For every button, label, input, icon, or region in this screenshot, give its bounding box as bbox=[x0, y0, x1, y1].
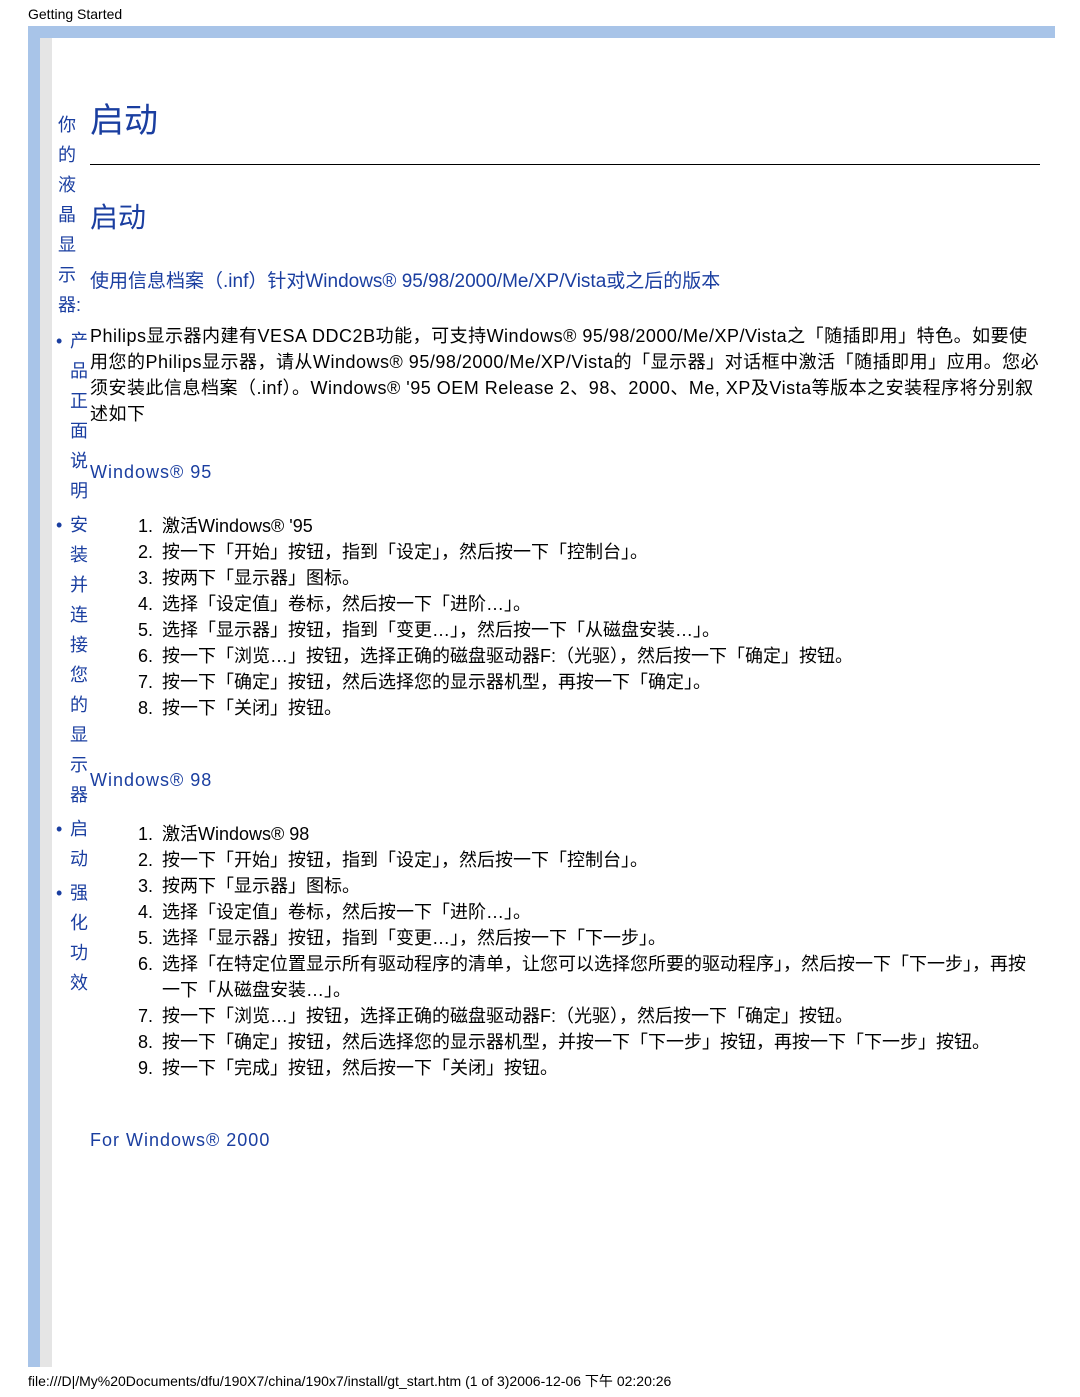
list-item: 按一下「开始」按钮，指到「设定」，然后按一下「控制台」。 bbox=[158, 847, 1040, 873]
list-item: 按两下「显示器」图标。 bbox=[158, 873, 1040, 899]
sidebar-item-enhance[interactable]: 强化功效 bbox=[58, 878, 78, 998]
list-item: 按一下「浏览…」按钮，选择正确的磁盘驱动器F:（光驱），然后按一下「确定」按钮。 bbox=[158, 643, 1040, 669]
page-header-title: Getting Started bbox=[28, 6, 122, 22]
list-item: 选择「显示器」按钮，指到「变更…」，然后按一下「下一步」。 bbox=[158, 925, 1040, 951]
sidebar-item-product-front[interactable]: 产品正面说明 bbox=[58, 326, 78, 506]
windows-95-label: Windows® 95 bbox=[90, 459, 1040, 485]
sidebar-nav: 你的液晶显示器: 产品正面说明 安装并连接您的显示器 启动 强化功效 bbox=[58, 110, 78, 1002]
border-left-gray bbox=[40, 38, 52, 1367]
sidebar-item-install-connect[interactable]: 安装并连接您的显示器 bbox=[58, 510, 78, 810]
list-item: 按一下「确定」按钮，然后选择您的显示器机型，再按一下「确定」。 bbox=[158, 669, 1040, 695]
section-title: 启动 bbox=[90, 205, 1040, 231]
intro-paragraph: Philips显示器内建有VESA DDC2B功能，可支持Windows® 95… bbox=[90, 323, 1040, 427]
sidebar-title: 你的液晶显示器: bbox=[58, 110, 78, 320]
windows-2000-label: For Windows® 2000 bbox=[90, 1127, 1040, 1153]
list-item: 选择「设定值」卷标，然后按一下「进阶…」。 bbox=[158, 591, 1040, 617]
list-item: 激活Windows® '95 bbox=[158, 513, 1040, 539]
list-item: 选择「在特定位置显示所有驱动程序的清单，让您可以选择您所要的驱动程序」，然后按一… bbox=[158, 951, 1040, 1003]
windows-95-steps: 激活Windows® '95 按一下「开始」按钮，指到「设定」，然后按一下「控制… bbox=[158, 513, 1040, 721]
inf-file-heading: 使用信息档案（.inf）针对Windows® 95/98/2000/Me/XP/… bbox=[90, 269, 1040, 295]
border-left-blue bbox=[28, 26, 40, 1367]
sidebar-list: 产品正面说明 安装并连接您的显示器 启动 强化功效 bbox=[58, 326, 78, 998]
list-item: 按一下「浏览…」按钮，选择正确的磁盘驱动器F:（光驱），然后按一下「确定」按钮。 bbox=[158, 1003, 1040, 1029]
windows-98-steps: 激活Windows® 98 按一下「开始」按钮，指到「设定」，然后按一下「控制台… bbox=[158, 821, 1040, 1081]
list-item: 按一下「开始」按钮，指到「设定」，然后按一下「控制台」。 bbox=[158, 539, 1040, 565]
footer-file-path: file:///D|/My%20Documents/dfu/190X7/chin… bbox=[28, 1371, 671, 1391]
list-item: 按一下「关闭」按钮。 bbox=[158, 695, 1040, 721]
main-content: 启动 启动 使用信息档案（.inf）针对Windows® 95/98/2000/… bbox=[90, 108, 1040, 1181]
list-item: 选择「显示器」按钮，指到「变更…」，然后按一下「从磁盘安装…」。 bbox=[158, 617, 1040, 643]
list-item: 按一下「完成」按钮，然后按一下「关闭」按钮。 bbox=[158, 1055, 1040, 1081]
sidebar-item-startup[interactable]: 启动 bbox=[58, 814, 78, 874]
windows-98-label: Windows® 98 bbox=[90, 767, 1040, 793]
list-item: 激活Windows® 98 bbox=[158, 821, 1040, 847]
list-item: 按一下「确定」按钮，然后选择您的显示器机型，并按一下「下一步」按钮，再按一下「下… bbox=[158, 1029, 1040, 1055]
list-item: 选择「设定值」卷标，然后按一下「进阶…」。 bbox=[158, 899, 1040, 925]
list-item: 按两下「显示器」图标。 bbox=[158, 565, 1040, 591]
page-title: 启动 bbox=[90, 108, 1040, 134]
border-top bbox=[28, 26, 1055, 38]
divider bbox=[90, 164, 1040, 165]
